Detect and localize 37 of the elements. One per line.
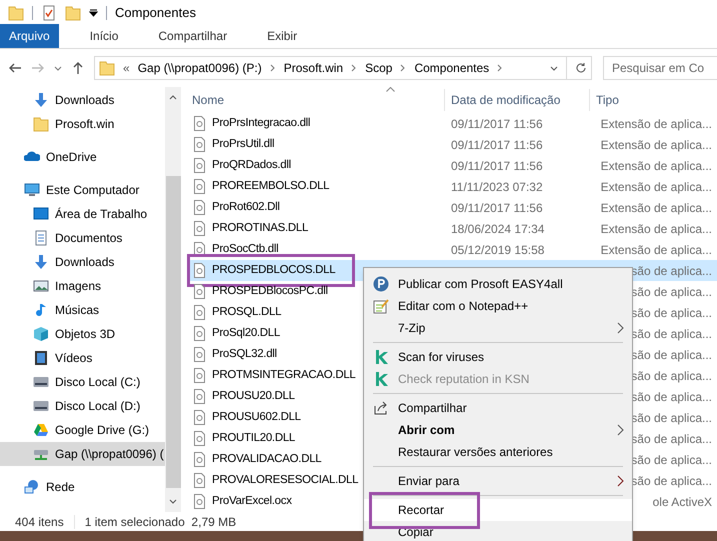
- status-text: 1 item selecionado 2,79 MB: [84, 514, 236, 530]
- file-name: ProVarExcel.ocx: [212, 494, 292, 509]
- file-name: ProRot602.Dll: [212, 200, 280, 215]
- file-name: PROVALIDACAO.DLL: [212, 452, 322, 467]
- file-date: 11/11/2023 07:32: [451, 180, 543, 194]
- file-type: Extensão de aplica...: [600, 180, 712, 194]
- file-name: PROTMSINTEGRACAO.DLL: [212, 368, 356, 383]
- file-type: Extensão de aplica...: [600, 222, 712, 236]
- file-name: PROVALORESESOCIAL.DLL: [212, 472, 358, 488]
- file-type: Extensão de aplica...: [600, 138, 712, 152]
- file-name: ProPrsUtil.dll: [212, 136, 274, 152]
- file-name: ProSQL32.dll: [212, 346, 277, 362]
- file-name: PROUSU602.DLL: [212, 410, 301, 425]
- file-date: 18/06/2024 17:34: [451, 222, 544, 236]
- file-type: ole ActiveX: [652, 494, 712, 508]
- file-type: Extensão de aplica...: [600, 242, 712, 256]
- file-type: Extensão de aplica...: [600, 158, 712, 172]
- file-date: 09/11/2017 11:56: [451, 116, 543, 130]
- status-text: 404 itens: [15, 514, 64, 530]
- file-name: PROROTINAS.DLL: [212, 220, 308, 236]
- file-type: Extensão de aplica...: [600, 200, 712, 214]
- window-title: Componentes: [115, 4, 196, 22]
- file-name: PROSPEDBlocosPC.dll: [212, 284, 328, 299]
- file-name: ProPrsIntegracao.dll: [212, 116, 310, 131]
- file-type: Extensão de aplica...: [600, 116, 712, 130]
- file-name: PROSPEDBLOCOS.DLL: [212, 262, 336, 278]
- file-name: PROSQL.DLL: [212, 304, 282, 320]
- file-name: ProQRDados.dll: [212, 158, 291, 173]
- file-name: ProSql20.DLL: [212, 326, 280, 341]
- file-name: ProSocCtb.dll: [212, 242, 278, 257]
- file-name: PROUTIL20.DLL: [212, 430, 296, 446]
- file-name: PROUSU20.DLL: [212, 388, 295, 404]
- file-name: PROREEMBOLSO.DLL: [212, 178, 330, 194]
- file-date: 09/11/2017 11:56: [451, 158, 543, 172]
- file-date: 05/12/2019 15:58: [451, 242, 544, 256]
- file-date: 09/11/2017 11:56: [451, 138, 543, 152]
- file-date: 09/11/2017 11:56: [451, 200, 543, 214]
